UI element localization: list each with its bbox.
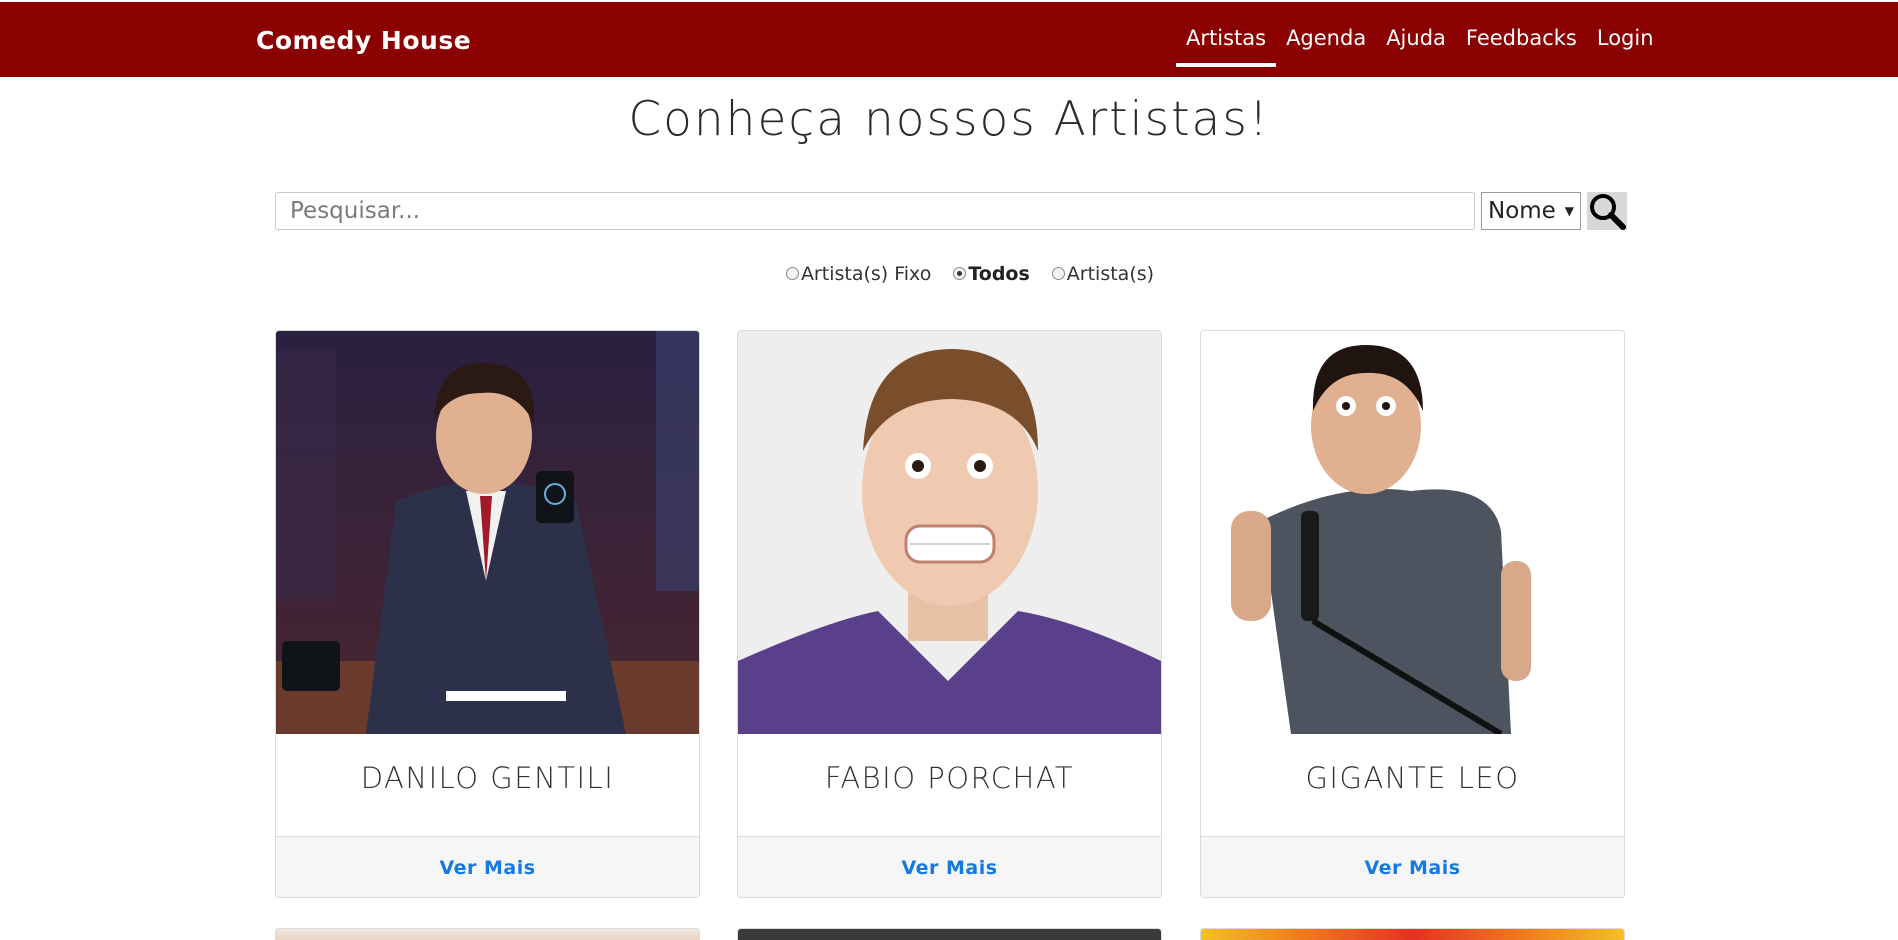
artist-card-partial [1200,928,1625,940]
artist-photo [276,331,699,734]
artist-photo [738,331,1161,734]
page-title: Conheça nossos Artistas! [628,92,1270,147]
search-button[interactable] [1587,192,1627,230]
ver-mais-link[interactable]: Ver Mais [439,857,535,879]
artist-name: GIGANTE LEO [1305,761,1520,795]
artist-card-partial [275,928,700,940]
artist-card: DANILO GENTILI Ver Mais [275,330,700,898]
card-footer: Ver Mais [738,836,1161,897]
artist-name: FABIO PORCHAT [824,761,1075,795]
artist-name: DANILO GENTILI [360,761,615,795]
nav-links: Artistas Agenda Ajuda Feedbacks Login [1176,2,1664,77]
search-input[interactable] [275,192,1475,230]
nav-item-artistas[interactable]: Artistas [1176,2,1277,77]
filter-todos[interactable]: Todos [953,263,1030,285]
search-field-select[interactable]: Nome ▼ [1481,192,1581,230]
ver-mais-link[interactable]: Ver Mais [1364,857,1460,879]
nav-item-feedbacks[interactable]: Feedbacks [1456,2,1587,77]
filter-label: Artista(s) [1066,263,1155,285]
artist-card: FABIO PORCHAT Ver Mais [737,330,1162,898]
top-navbar: Comedy House Artistas Agenda Ajuda Feedb… [0,2,1898,77]
chevron-down-icon: ▼ [1564,204,1574,218]
radio-button[interactable] [953,266,967,280]
nav-item-login[interactable]: Login [1587,2,1664,77]
ver-mais-link[interactable]: Ver Mais [901,857,997,879]
artist-photo [1201,331,1624,734]
nav-item-ajuda[interactable]: Ajuda [1376,2,1456,77]
filter-artistas-fixo[interactable]: Artista(s) Fixo [785,263,932,285]
search-icon [1590,194,1626,230]
artist-card: GIGANTE LEO Ver Mais [1200,330,1625,898]
card-footer: Ver Mais [1201,836,1624,897]
brand-logo[interactable]: Comedy House [256,26,471,55]
filter-label: Artista(s) Fixo [800,263,932,285]
nav-item-agenda[interactable]: Agenda [1276,2,1376,77]
radio-button[interactable] [785,266,799,280]
card-footer: Ver Mais [276,836,699,897]
search-select-value: Nome [1488,198,1556,224]
artist-card-partial [737,928,1162,940]
filter-artistas[interactable]: Artista(s) [1051,263,1155,285]
filter-label: Todos [968,263,1030,285]
artist-type-filter: Artista(s) Fixo Todos Artista(s) [0,263,1898,285]
radio-button[interactable] [1051,266,1065,280]
